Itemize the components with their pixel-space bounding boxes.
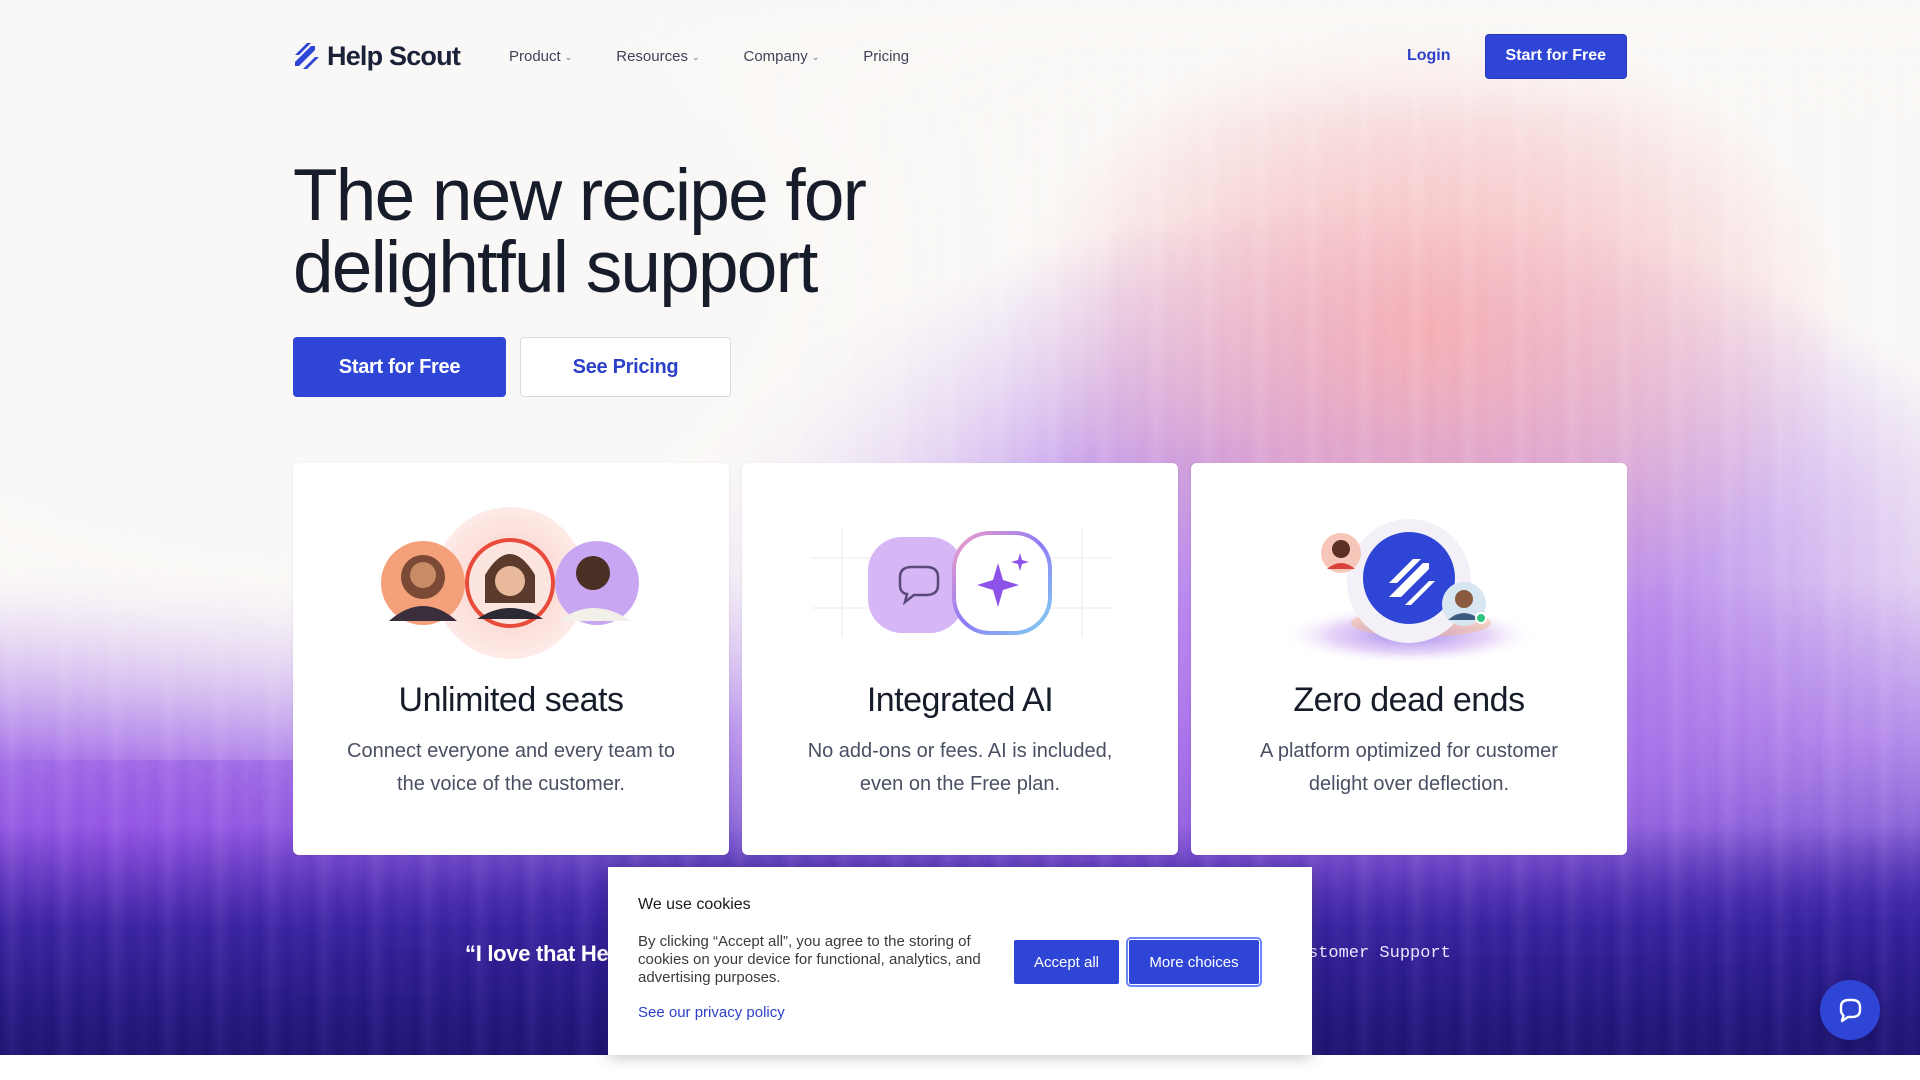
brand-name: Help Scout: [327, 40, 461, 71]
more-choices-button[interactable]: More choices: [1126, 937, 1262, 987]
chat-beacon-button[interactable]: [1820, 980, 1880, 1040]
cookie-text: By clicking “Accept all”, you agree to t…: [638, 933, 981, 986]
nav-company[interactable]: Company ⌄: [744, 48, 820, 65]
card-description: A platform optimized for customer deligh…: [1260, 740, 1558, 795]
login-link[interactable]: Login: [1407, 47, 1451, 65]
hero-title-line-1: The new recipe for: [293, 155, 867, 236]
nav-resources[interactable]: Resources ⌄: [616, 48, 699, 65]
site-header: Help Scout Product ⌄ Resources ⌄ Company…: [293, 33, 1627, 79]
feature-card-integrated-ai: Integrated AI No add-ons or fees. AI is …: [742, 463, 1178, 855]
feature-cards: Unlimited seats Connect everyone and eve…: [293, 463, 1627, 855]
cookie-title: We use cookies: [638, 896, 751, 913]
help-scout-badge-icon: [1279, 519, 1539, 663]
nav-product[interactable]: Product ⌄: [509, 48, 572, 65]
card-title: Unlimited seats: [398, 681, 624, 719]
privacy-policy-link[interactable]: See our privacy policy: [638, 1004, 785, 1021]
main-nav: Product ⌄ Resources ⌄ Company ⌄ Pricing: [509, 48, 909, 65]
hero-cta-group: Start for Free See Pricing: [293, 337, 731, 397]
header-actions: Login Start for Free: [1407, 33, 1627, 79]
brand-logo[interactable]: Help Scout: [293, 40, 463, 72]
testimonial-quote: “I love that He: [465, 941, 609, 966]
chevron-down-icon: ⌄: [811, 51, 820, 62]
card-title: Zero dead ends: [1293, 681, 1525, 719]
nav-pricing-label: Pricing: [863, 47, 910, 65]
chevron-down-icon: ⌄: [691, 51, 700, 62]
help-scout-slashes-icon: [295, 43, 319, 69]
nav-product-label: Product: [509, 47, 561, 65]
nav-company-label: Company: [743, 47, 808, 65]
start-free-button[interactable]: Start for Free: [293, 337, 506, 397]
nav-pricing[interactable]: Pricing: [863, 48, 909, 65]
see-pricing-button[interactable]: See Pricing: [520, 337, 731, 397]
chat-bubble-icon: [1839, 998, 1862, 1023]
team-avatars-icon: [381, 507, 639, 659]
cookie-buttons: Accept all More choices: [1014, 937, 1262, 987]
chevron-down-icon: ⌄: [564, 51, 573, 62]
header-start-free-button[interactable]: Start for Free: [1484, 33, 1627, 79]
hero-title: The new recipe for delightful support: [293, 159, 1053, 304]
testimonial-attribution: stomer Support: [1308, 944, 1451, 963]
accept-all-button[interactable]: Accept all: [1014, 940, 1119, 984]
nav-resources-label: Resources: [616, 47, 688, 65]
chat-sparkle-icon: [812, 528, 1112, 638]
card-description: No add-ons or fees. AI is included, even…: [807, 740, 1113, 795]
hero-title-line-2: delightful support: [293, 227, 818, 308]
feature-card-unlimited-seats: Unlimited seats Connect everyone and eve…: [293, 463, 729, 855]
card-description: Connect everyone and every team to the v…: [347, 740, 675, 795]
page-bottom-edge: [0, 1055, 1920, 1080]
cookie-consent-dialog: We use cookies By clicking “Accept all”,…: [608, 867, 1312, 1055]
feature-card-zero-dead-ends: Zero dead ends A platform optimized for …: [1191, 463, 1627, 855]
card-title: Integrated AI: [866, 681, 1054, 719]
